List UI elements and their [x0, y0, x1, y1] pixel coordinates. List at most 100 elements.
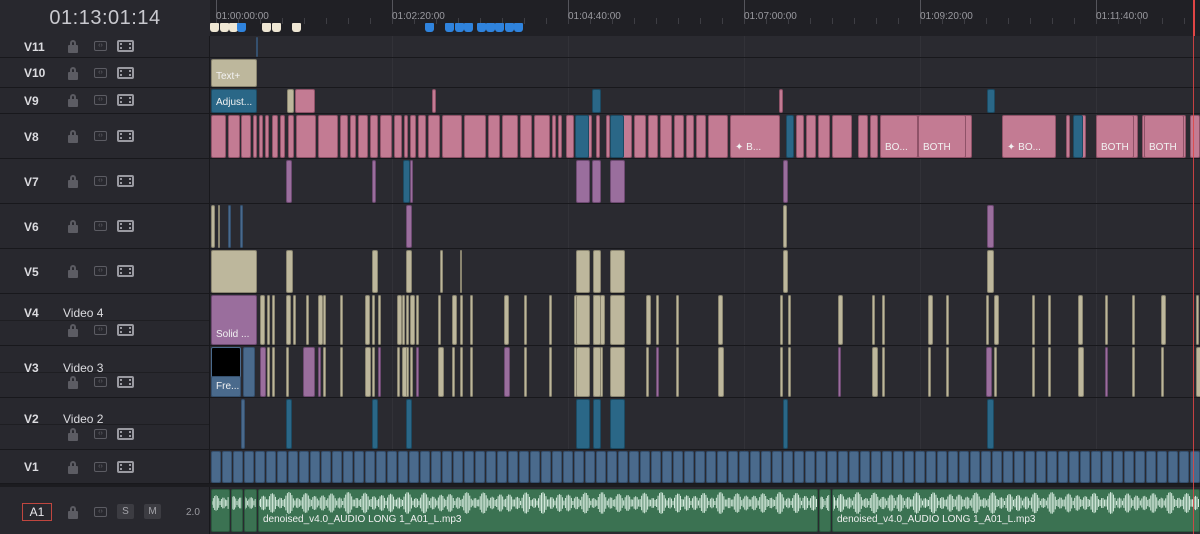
- video-clip[interactable]: [438, 347, 444, 397]
- video-clip[interactable]: [788, 347, 791, 397]
- timeline-marker[interactable]: [514, 23, 523, 32]
- video-clip[interactable]: [265, 115, 269, 158]
- video-lane-v4[interactable]: Solid ...: [210, 294, 1200, 346]
- video-clip[interactable]: [240, 205, 243, 248]
- lock-icon[interactable]: [68, 220, 78, 234]
- video-clip[interactable]: [718, 295, 723, 345]
- video-clip[interactable]: [593, 250, 601, 293]
- code-icon[interactable]: ‹›: [94, 41, 107, 51]
- video-clip[interactable]: [646, 295, 651, 345]
- audio-clip[interactable]: denoised_v4.0_AUDIO LONG 1_A01_L.mp3: [832, 489, 1200, 532]
- audio-clip[interactable]: [231, 489, 243, 532]
- video-clip[interactable]: [442, 115, 462, 158]
- film-icon[interactable]: [117, 67, 134, 79]
- video-clip[interactable]: [660, 115, 672, 158]
- video-clip[interactable]: [986, 347, 992, 397]
- video-clip[interactable]: [893, 451, 903, 483]
- video-clip[interactable]: [783, 451, 793, 483]
- video-clip[interactable]: [365, 451, 375, 483]
- lock-icon[interactable]: [68, 506, 78, 520]
- video-clip[interactable]: [277, 451, 287, 483]
- video-clip[interactable]: [1132, 347, 1135, 397]
- video-clip[interactable]: [211, 115, 226, 158]
- lock-icon[interactable]: [68, 265, 78, 279]
- video-clip[interactable]: [502, 115, 518, 158]
- video-clip[interactable]: [464, 115, 486, 158]
- video-clip[interactable]: ✦ B...: [730, 115, 780, 158]
- lock-icon[interactable]: [68, 130, 78, 144]
- video-clip[interactable]: [549, 347, 552, 397]
- video-clip[interactable]: Fre...: [211, 376, 241, 397]
- video-clip[interactable]: [343, 451, 353, 483]
- video-clip[interactable]: [420, 451, 430, 483]
- video-clip[interactable]: [323, 295, 326, 345]
- video-clip[interactable]: [717, 451, 727, 483]
- code-icon[interactable]: ‹›: [94, 176, 107, 186]
- video-clip[interactable]: [272, 347, 275, 397]
- video-clip[interactable]: [403, 160, 410, 203]
- video-clip[interactable]: [233, 451, 243, 483]
- video-clip[interactable]: [376, 451, 386, 483]
- film-icon[interactable]: [117, 265, 134, 277]
- video-clip[interactable]: [610, 160, 625, 203]
- video-clip[interactable]: [288, 115, 294, 158]
- video-clip[interactable]: [648, 115, 658, 158]
- video-clip[interactable]: [404, 115, 408, 158]
- timeline-marker[interactable]: [272, 23, 281, 32]
- video-clip[interactable]: [827, 451, 837, 483]
- video-clip[interactable]: [946, 347, 949, 397]
- timeline-marker[interactable]: [425, 23, 434, 32]
- video-clip[interactable]: [387, 451, 397, 483]
- video-clip[interactable]: [882, 347, 885, 397]
- video-clip[interactable]: [1078, 347, 1084, 397]
- video-clip[interactable]: [786, 115, 794, 158]
- mute-button[interactable]: M: [144, 504, 161, 519]
- video-clip[interactable]: [1102, 451, 1112, 483]
- video-clip[interactable]: [460, 295, 463, 345]
- video-clip[interactable]: [406, 250, 412, 293]
- video-clip[interactable]: [882, 295, 885, 345]
- video-clip[interactable]: [365, 295, 370, 345]
- video-clip[interactable]: [576, 160, 590, 203]
- video-clip[interactable]: [575, 115, 589, 158]
- video-clip[interactable]: [452, 347, 455, 397]
- track-label[interactable]: V6: [24, 220, 39, 234]
- video-clip[interactable]: [293, 295, 296, 345]
- video-clip[interactable]: [994, 295, 999, 345]
- video-clip[interactable]: [530, 451, 540, 483]
- video-clip[interactable]: [372, 250, 378, 293]
- video-clip[interactable]: [987, 205, 994, 248]
- video-clip[interactable]: [805, 451, 815, 483]
- video-clip[interactable]: [295, 89, 315, 113]
- video-clip[interactable]: [849, 451, 859, 483]
- video-clip[interactable]: [552, 115, 556, 158]
- video-clip[interactable]: [832, 115, 852, 158]
- video-clip[interactable]: [286, 250, 293, 293]
- video-clip[interactable]: [243, 347, 255, 397]
- video-clip[interactable]: [440, 250, 443, 293]
- track-label[interactable]: V8: [24, 130, 39, 144]
- video-clip[interactable]: [372, 399, 378, 449]
- video-clip[interactable]: [818, 115, 830, 158]
- video-clip[interactable]: [610, 295, 625, 345]
- video-clip[interactable]: [1047, 451, 1057, 483]
- video-clip[interactable]: [870, 115, 878, 158]
- video-lane-v3[interactable]: Fre...: [210, 346, 1200, 398]
- audio-clip[interactable]: [244, 489, 257, 532]
- video-clip[interactable]: [706, 451, 716, 483]
- video-clip[interactable]: [296, 115, 316, 158]
- timeline-marker[interactable]: [455, 23, 464, 32]
- video-clip[interactable]: [504, 347, 510, 397]
- video-clip[interactable]: ✦ BO...: [1002, 115, 1056, 158]
- video-clip[interactable]: [987, 89, 995, 113]
- video-clip[interactable]: [524, 295, 527, 345]
- video-clip[interactable]: [260, 347, 266, 397]
- video-clip[interactable]: [280, 115, 285, 158]
- video-clip[interactable]: [739, 451, 749, 483]
- video-clip[interactable]: [718, 347, 724, 397]
- video-clip[interactable]: [321, 451, 331, 483]
- video-clip[interactable]: [872, 347, 878, 397]
- video-clip[interactable]: [241, 115, 251, 158]
- video-clip[interactable]: [354, 451, 364, 483]
- timeline-marker[interactable]: [464, 23, 473, 32]
